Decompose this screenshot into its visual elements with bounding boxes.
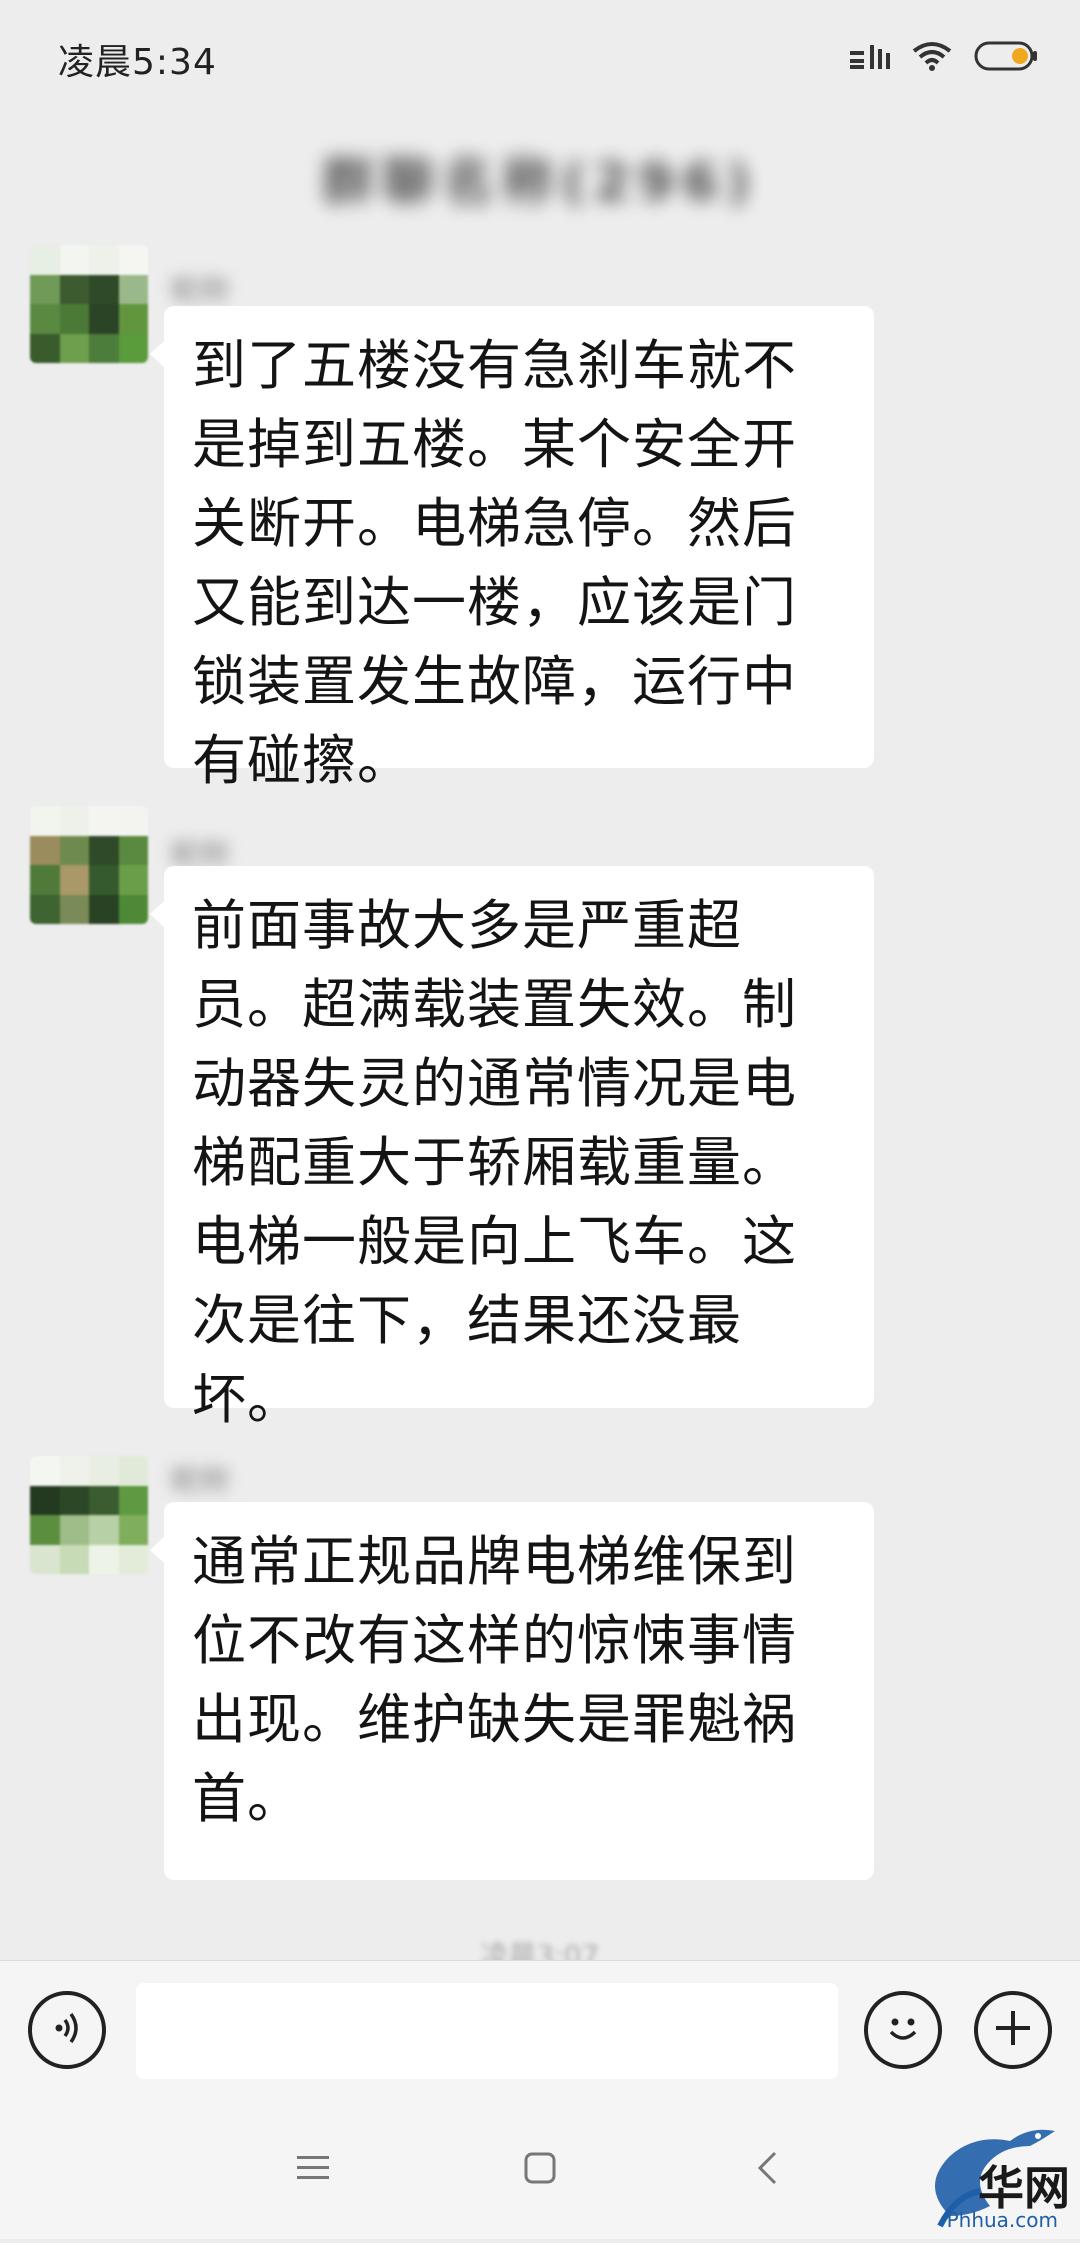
back-icon	[755, 2150, 779, 2190]
wifi-icon	[912, 39, 952, 80]
message-bubble[interactable]: 通常正规品牌电梯维保到位不改有这样的惊悚事情出现。维护缺失是罪魁祸首。	[150, 1502, 874, 1880]
avatar[interactable]	[30, 806, 148, 924]
chat-title: 群聊名称(296)	[321, 152, 759, 213]
menu-button[interactable]	[273, 2130, 353, 2210]
emoji-icon	[880, 2005, 926, 2055]
sender-name: 昵称	[170, 274, 230, 309]
add-button[interactable]	[974, 1991, 1052, 2069]
message-bubble[interactable]: 到了五楼没有急刹车就不是掉到五楼。某个安全开关断开。电梯急停。然后又能到达一楼，…	[150, 306, 874, 792]
status-bar: 凌晨5:34	[0, 0, 1080, 118]
back-button[interactable]	[727, 2130, 807, 2210]
emoji-button[interactable]	[864, 1991, 942, 2069]
signal-icon	[850, 39, 890, 80]
menu-icon	[295, 2153, 331, 2187]
status-icons	[850, 39, 1040, 80]
chat-title-bar: 群聊名称(296)	[0, 118, 1080, 236]
plus-icon	[992, 2007, 1034, 2053]
home-icon	[523, 2151, 557, 2189]
input-bar	[0, 1960, 1080, 2100]
sender-name: 昵称	[170, 1464, 230, 1499]
status-time: 凌晨5:34	[58, 42, 217, 83]
watermark-url: Phhua.com	[946, 2208, 1058, 2232]
message-bubble[interactable]: 前面事故大多是严重超员。超满载装置失效。制动器失灵的通常情况是电梯配重大于轿厢载…	[150, 866, 874, 1431]
home-button[interactable]	[500, 2130, 580, 2210]
message-input[interactable]	[136, 1983, 838, 2079]
avatar[interactable]	[30, 1456, 148, 1574]
battery-icon	[974, 39, 1040, 80]
avatar[interactable]	[30, 245, 148, 363]
voice-icon	[47, 2008, 87, 2052]
voice-button[interactable]	[28, 1991, 106, 2069]
